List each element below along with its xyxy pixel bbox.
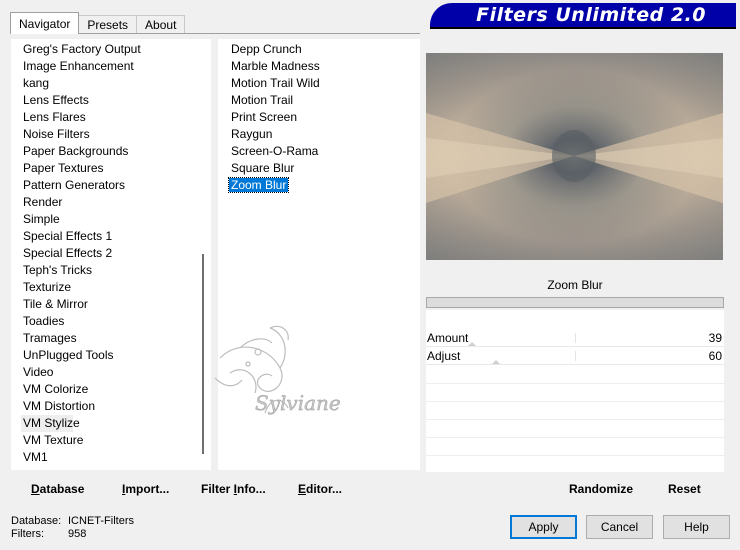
reset-button[interactable]: Reset (668, 482, 701, 496)
category-item[interactable]: Noise Filters (11, 126, 211, 143)
param-value-adjust: 60 (708, 349, 722, 363)
help-button[interactable]: Help (663, 515, 730, 539)
filter-item-label: Zoom Blur (227, 177, 290, 193)
filter-item-label: Square Blur (231, 161, 295, 175)
filter-item-label: Motion Trail Wild (231, 76, 320, 90)
filter-item-label: Screen-O-Rama (231, 144, 319, 158)
category-item[interactable]: VM Stylize (21, 415, 80, 432)
filter-item[interactable]: Print Screen (218, 109, 420, 126)
param-empty-row (426, 455, 724, 456)
param-label-amount: Amount (427, 331, 469, 345)
database-label: Database: (11, 515, 62, 527)
category-item[interactable]: VM Colorize (11, 381, 211, 398)
param-title: Zoom Blur (426, 274, 724, 297)
preview-image (426, 53, 723, 260)
filter-item-label: Raygun (231, 127, 273, 141)
param-label-adjust: Adjust (427, 349, 461, 363)
category-item[interactable]: Simple (11, 211, 211, 228)
filter-item[interactable]: Zoom Blur (218, 177, 420, 194)
app-banner: Filters Unlimited 2.0 (430, 3, 736, 27)
filter-item[interactable]: Raygun (218, 126, 420, 143)
tab-presets[interactable]: Presets (78, 15, 138, 34)
cancel-button[interactable]: Cancel (586, 515, 653, 539)
filter-item[interactable]: Depp Crunch (218, 41, 420, 58)
apply-button[interactable]: Apply (510, 515, 577, 539)
randomize-button[interactable]: Randomize (569, 482, 633, 496)
category-item[interactable]: Video (11, 364, 211, 381)
param-empty-row (426, 419, 724, 420)
import-button[interactable]: Import... (122, 482, 169, 496)
filter-item[interactable]: Motion Trail (218, 92, 420, 109)
category-item[interactable]: VM1 (11, 449, 211, 466)
category-item[interactable]: Render (11, 194, 211, 211)
filter-item-label: Depp Crunch (231, 42, 302, 56)
category-item[interactable]: Lens Effects (11, 92, 211, 109)
category-item[interactable]: Special Effects 2 (11, 245, 211, 262)
filter-item[interactable]: Motion Trail Wild (218, 75, 420, 92)
category-item[interactable]: Special Effects 1 (11, 228, 211, 245)
scrollbar-thumb[interactable] (202, 254, 204, 454)
param-row-adjust[interactable]: Adjust 60 (426, 347, 724, 365)
param-track-adjust (426, 364, 724, 365)
category-item[interactable]: Tramages (11, 330, 211, 347)
filter-item[interactable]: Screen-O-Rama (218, 143, 420, 160)
category-item[interactable]: Toadies (11, 313, 211, 330)
param-tick (575, 333, 576, 343)
category-item[interactable]: VM Texture (11, 432, 211, 449)
database-button[interactable]: Database (31, 482, 84, 496)
tab-bar: Navigator Presets About (10, 12, 186, 34)
param-value-amount: 39 (708, 331, 722, 345)
filter-item[interactable]: Square Blur (218, 160, 420, 177)
param-empty-row (426, 437, 724, 438)
param-empty-row (426, 401, 724, 402)
category-item[interactable]: VM Distortion (11, 398, 211, 415)
param-panel: Amount 39 Adjust 60 (426, 310, 724, 472)
editor-button[interactable]: Editor... (298, 482, 342, 496)
watermark-logo: Sylviane (214, 325, 341, 415)
category-item[interactable]: UnPlugged Tools (11, 347, 211, 364)
category-item[interactable]: Paper Textures (11, 160, 211, 177)
category-list[interactable]: Greg's Factory Output Image Enhancement ka… (11, 39, 211, 470)
filter-item-label: Motion Trail (231, 93, 294, 107)
category-item[interactable]: Paper Backgrounds (11, 143, 211, 160)
category-item[interactable]: Pattern Generators (11, 177, 211, 194)
param-row-amount[interactable]: Amount 39 (426, 329, 724, 347)
param-empty-row (426, 383, 724, 384)
category-item[interactable]: Lens Flares (11, 109, 211, 126)
filter-item[interactable]: Marble Madness (218, 58, 420, 75)
filter-info-button[interactable]: Filter Info... (201, 482, 266, 496)
category-scrollbar[interactable] (196, 39, 211, 470)
category-item[interactable]: kang (11, 75, 211, 92)
tab-navigator[interactable]: Navigator (10, 12, 80, 34)
param-header-bar (426, 297, 724, 308)
watermark-text: Sylviane (255, 391, 341, 415)
category-item[interactable]: Texturize (11, 279, 211, 296)
filter-item-label: Marble Madness (231, 59, 320, 73)
filters-count: 958 (68, 528, 87, 540)
database-value: ICNET-Filters (68, 515, 134, 527)
filters-label: Filters: (11, 528, 44, 540)
category-item[interactable]: Image Enhancement (11, 58, 211, 75)
category-item[interactable]: Teph's Tricks (11, 262, 211, 279)
category-item[interactable]: Tile & Mirror (11, 296, 211, 313)
category-item[interactable]: Greg's Factory Output (11, 41, 211, 58)
tab-about[interactable]: About (136, 15, 186, 34)
filter-item-label: Print Screen (231, 110, 298, 124)
param-tick (575, 351, 576, 361)
